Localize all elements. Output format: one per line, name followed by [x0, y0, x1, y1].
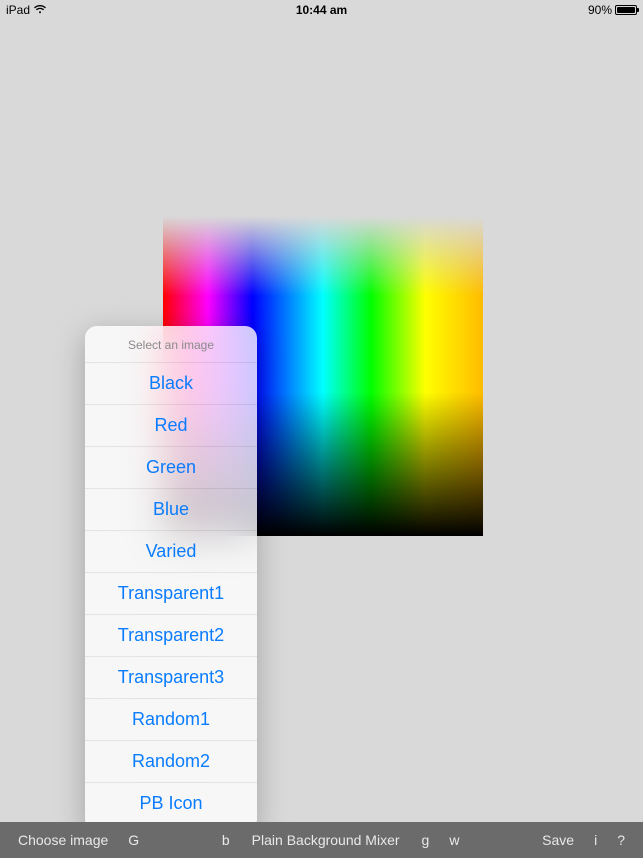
- status-left: iPad: [6, 3, 46, 17]
- info-button[interactable]: i: [584, 832, 607, 848]
- popover-item-blue[interactable]: Blue: [85, 489, 257, 531]
- popover-item-transparent2[interactable]: Transparent2: [85, 615, 257, 657]
- popover-item-random2[interactable]: Random2: [85, 741, 257, 783]
- popover-item-transparent1[interactable]: Transparent1: [85, 573, 257, 615]
- popover-item-random1[interactable]: Random1: [85, 699, 257, 741]
- w-button[interactable]: w: [439, 832, 469, 848]
- device-label: iPad: [6, 3, 30, 17]
- status-time: 10:44 am: [296, 3, 347, 17]
- popover-item-green[interactable]: Green: [85, 447, 257, 489]
- b-button[interactable]: b: [212, 832, 240, 848]
- choose-image-button[interactable]: Choose image: [8, 832, 118, 848]
- popover-item-varied[interactable]: Varied: [85, 531, 257, 573]
- popover-item-red[interactable]: Red: [85, 405, 257, 447]
- help-button[interactable]: ?: [607, 832, 635, 848]
- popover-item-pb-icon[interactable]: PB Icon: [85, 783, 257, 825]
- popover-header: Select an image: [85, 326, 257, 363]
- battery-icon: [615, 5, 637, 15]
- g-upper-button[interactable]: G: [118, 832, 149, 848]
- save-button[interactable]: Save: [532, 832, 584, 848]
- status-bar: iPad 10:44 am 90%: [0, 0, 643, 20]
- bottom-toolbar: Choose image G b Plain Background Mixer …: [0, 822, 643, 858]
- battery-pct: 90%: [588, 3, 612, 17]
- popover-item-transparent3[interactable]: Transparent3: [85, 657, 257, 699]
- g-lower-button[interactable]: g: [412, 832, 440, 848]
- status-right: 90%: [588, 3, 637, 17]
- toolbar-title: Plain Background Mixer: [240, 832, 412, 848]
- select-image-popover: Select an image Black Red Green Blue Var…: [85, 326, 257, 831]
- popover-item-black[interactable]: Black: [85, 363, 257, 405]
- battery-fill: [617, 7, 635, 13]
- wifi-icon: [34, 3, 46, 17]
